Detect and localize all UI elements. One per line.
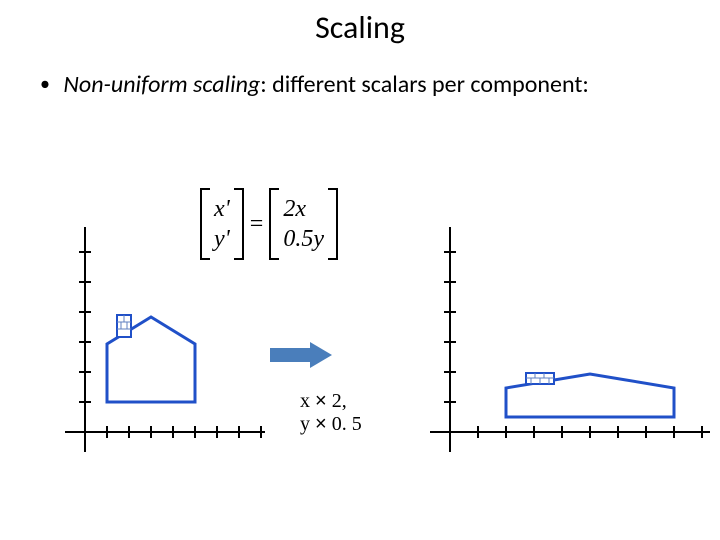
house-before: [107, 315, 195, 402]
eq-rhs-r1: 2x: [283, 194, 306, 224]
bullet-term: Non-uniform scaling: [63, 70, 260, 99]
arrow-icon: [270, 342, 332, 368]
label-y-val: 0. 5: [327, 413, 362, 435]
arrow-label-line2: y × 0. 5: [300, 413, 362, 436]
eq-lhs-r1: x': [214, 194, 230, 224]
bullet-text: Non-uniform scaling: different scalars p…: [63, 70, 663, 99]
eq-rhs-r2: 0.5y: [283, 224, 324, 254]
label-x-val: 2,: [327, 390, 347, 412]
bullet-dot: •: [40, 70, 50, 98]
equation-rhs: 2x 0.5y: [279, 190, 328, 258]
axes-before: [55, 227, 265, 467]
bracket-left-icon: [269, 192, 279, 256]
arrow-label-line1: x × 2,: [300, 390, 362, 413]
house-after: [506, 373, 674, 417]
axes-after: [420, 227, 710, 467]
bullet-rest: : different scalars per component:: [260, 70, 589, 99]
times-icon: ×: [315, 390, 327, 412]
label-x: x: [300, 390, 315, 412]
times-icon: ×: [315, 413, 327, 435]
bullet-item: • Non-uniform scaling: different scalars…: [40, 70, 680, 99]
arrow-label: x × 2, y × 0. 5: [300, 390, 362, 436]
slide-title: Scaling: [0, 8, 720, 47]
slide: Scaling • Non-uniform scaling: different…: [0, 0, 720, 540]
label-y: y: [300, 413, 315, 435]
bracket-right-icon: [328, 192, 338, 256]
